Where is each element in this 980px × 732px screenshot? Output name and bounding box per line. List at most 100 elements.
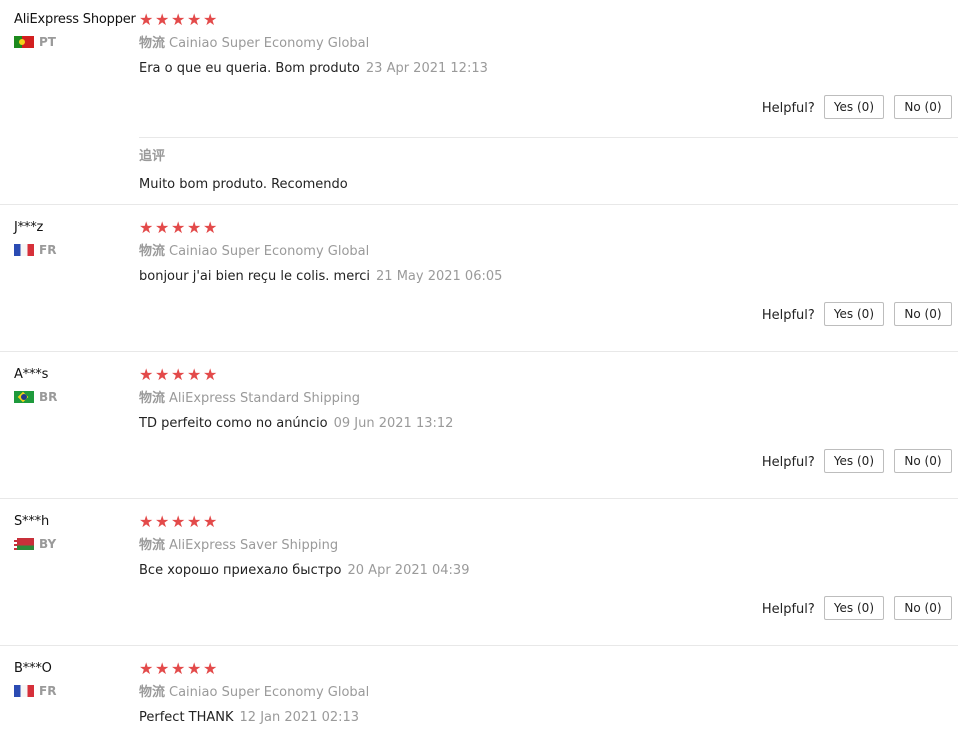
review-date: 12 Jan 2021 02:13 bbox=[239, 710, 360, 725]
star-icon: ★ bbox=[171, 10, 186, 29]
shipping-label: 物流 bbox=[139, 244, 166, 259]
helpful-label: Helpful? bbox=[761, 601, 815, 617]
helpful-yes-button[interactable]: Yes (0) bbox=[823, 95, 884, 119]
helpful-no-button[interactable]: No (0) bbox=[894, 449, 952, 473]
reviewer-country: FR bbox=[14, 684, 138, 698]
divider bbox=[0, 204, 958, 205]
review-body: TD perfeito como no anúncio bbox=[139, 416, 328, 431]
helpful-row: Helpful? Yes (0) No (0) bbox=[762, 449, 952, 473]
shipping-name: Cainiao Super Economy Global bbox=[169, 685, 370, 700]
review-text: Perfect THANK 12 Jan 2021 02:13 bbox=[139, 710, 959, 726]
review-text: Era o que eu queria. Bom produto 23 Apr 2… bbox=[139, 61, 959, 77]
shipping-label: 物流 bbox=[139, 391, 166, 406]
additional-review-title: 追评 bbox=[139, 149, 166, 164]
shipping-method: 物流 AliExpress Saver Shipping bbox=[139, 538, 959, 554]
star-icon: ★ bbox=[155, 218, 170, 237]
helpful-no-button[interactable]: No (0) bbox=[894, 596, 952, 620]
star-rating: ★ ★ ★ ★ ★ bbox=[139, 661, 959, 677]
star-rating: ★ ★ ★ ★ ★ bbox=[139, 12, 959, 28]
reviewer-name: S***h bbox=[14, 514, 49, 529]
star-icon: ★ bbox=[155, 365, 170, 384]
review-text: Все хорошо приехало быстро 20 Apr 2021 04… bbox=[139, 563, 959, 579]
reviewer-country: BY bbox=[14, 537, 138, 551]
review-content: ★ ★ ★ ★ ★ 物流 Cainiao Super Economy Global bon… bbox=[139, 220, 959, 285]
france-flag-icon bbox=[14, 685, 34, 697]
star-icon: ★ bbox=[171, 365, 186, 384]
shipping-label: 物流 bbox=[139, 36, 166, 51]
star-icon: ★ bbox=[203, 10, 218, 29]
belarus-flag-icon bbox=[14, 538, 34, 550]
star-rating: ★ ★ ★ ★ ★ bbox=[139, 514, 959, 530]
helpful-row: Helpful? Yes (0) No (0) bbox=[762, 302, 952, 326]
review-body: bonjour j'ai bien reçu le colis. merci bbox=[139, 269, 371, 284]
star-icon: ★ bbox=[139, 218, 154, 237]
star-icon: ★ bbox=[171, 218, 186, 237]
shipping-method: 物流 Cainiao Super Economy Global bbox=[139, 685, 959, 701]
star-icon: ★ bbox=[187, 659, 202, 678]
helpful-row: Helpful? Yes (0) No (0) bbox=[762, 95, 952, 119]
shipping-name: AliExpress Saver Shipping bbox=[169, 538, 339, 553]
review-text: TD perfeito como no anúncio 09 Jun 2021 1… bbox=[139, 416, 959, 432]
divider bbox=[0, 351, 958, 352]
country-code: FR bbox=[39, 684, 57, 698]
review-date: 09 Jun 2021 13:12 bbox=[333, 416, 454, 431]
helpful-yes-button[interactable]: Yes (0) bbox=[823, 302, 884, 326]
star-icon: ★ bbox=[139, 365, 154, 384]
review-content: ★ ★ ★ ★ ★ 物流 Cainiao Super Economy Global Era… bbox=[139, 12, 959, 77]
helpful-yes-button[interactable]: Yes (0) bbox=[823, 449, 884, 473]
additional-review-text: Muito bom produto. Recomendo bbox=[139, 177, 348, 192]
reviewer-name: J***z bbox=[14, 220, 44, 235]
reviewer-info: AliExpress Shopper PT bbox=[14, 12, 138, 49]
star-icon: ★ bbox=[139, 659, 154, 678]
divider bbox=[139, 137, 958, 138]
portugal-flag-icon bbox=[14, 36, 34, 48]
star-icon: ★ bbox=[155, 10, 170, 29]
reviewer-info: A***s BR bbox=[14, 367, 138, 404]
brazil-flag-icon bbox=[14, 391, 34, 403]
star-icon: ★ bbox=[171, 512, 186, 531]
reviewer-name: AliExpress Shopper bbox=[14, 12, 136, 27]
star-icon: ★ bbox=[203, 659, 218, 678]
reviewer-info: J***z FR bbox=[14, 220, 138, 257]
reviewer-country: BR bbox=[14, 390, 138, 404]
additional-review: 追评 Muito bom produto. Recomendo bbox=[139, 149, 348, 193]
helpful-label: Helpful? bbox=[761, 454, 815, 470]
reviewer-name: A***s bbox=[14, 367, 49, 382]
star-icon: ★ bbox=[139, 512, 154, 531]
review-content: ★ ★ ★ ★ ★ 物流 Cainiao Super Economy Global Per… bbox=[139, 661, 959, 726]
star-icon: ★ bbox=[155, 512, 170, 531]
review-content: ★ ★ ★ ★ ★ 物流 AliExpress Saver Shipping Все хо… bbox=[139, 514, 959, 579]
star-icon: ★ bbox=[139, 10, 154, 29]
star-icon: ★ bbox=[203, 218, 218, 237]
helpful-no-button[interactable]: No (0) bbox=[894, 302, 952, 326]
reviewer-country: PT bbox=[14, 35, 138, 49]
country-code: PT bbox=[39, 35, 56, 49]
divider bbox=[0, 645, 958, 646]
reviewer-country: FR bbox=[14, 243, 138, 257]
review-content: ★ ★ ★ ★ ★ 物流 AliExpress Standard Shipping TD … bbox=[139, 367, 959, 432]
star-icon: ★ bbox=[203, 512, 218, 531]
review-body: Era o que eu queria. Bom produto bbox=[139, 61, 360, 76]
star-rating: ★ ★ ★ ★ ★ bbox=[139, 220, 959, 236]
shipping-method: 物流 AliExpress Standard Shipping bbox=[139, 391, 959, 407]
country-code: BR bbox=[39, 390, 58, 404]
review-text: bonjour j'ai bien reçu le colis. merci 21… bbox=[139, 269, 959, 285]
shipping-name: Cainiao Super Economy Global bbox=[169, 244, 370, 259]
helpful-no-button[interactable]: No (0) bbox=[894, 95, 952, 119]
star-icon: ★ bbox=[155, 659, 170, 678]
shipping-method: 物流 Cainiao Super Economy Global bbox=[139, 36, 959, 52]
star-icon: ★ bbox=[187, 512, 202, 531]
star-icon: ★ bbox=[171, 659, 186, 678]
divider bbox=[0, 498, 958, 499]
country-code: FR bbox=[39, 243, 57, 257]
reviewer-info: B***O FR bbox=[14, 661, 138, 698]
star-rating: ★ ★ ★ ★ ★ bbox=[139, 367, 959, 383]
review-date: 20 Apr 2021 04:39 bbox=[347, 563, 470, 578]
review-body: Все хорошо приехало быстро bbox=[139, 563, 342, 578]
reviewer-name: B***O bbox=[14, 661, 52, 676]
star-icon: ★ bbox=[187, 365, 202, 384]
helpful-yes-button[interactable]: Yes (0) bbox=[823, 596, 884, 620]
review-date: 21 May 2021 06:05 bbox=[376, 269, 503, 284]
shipping-name: AliExpress Standard Shipping bbox=[169, 391, 361, 406]
helpful-row: Helpful? Yes (0) No (0) bbox=[762, 596, 952, 620]
